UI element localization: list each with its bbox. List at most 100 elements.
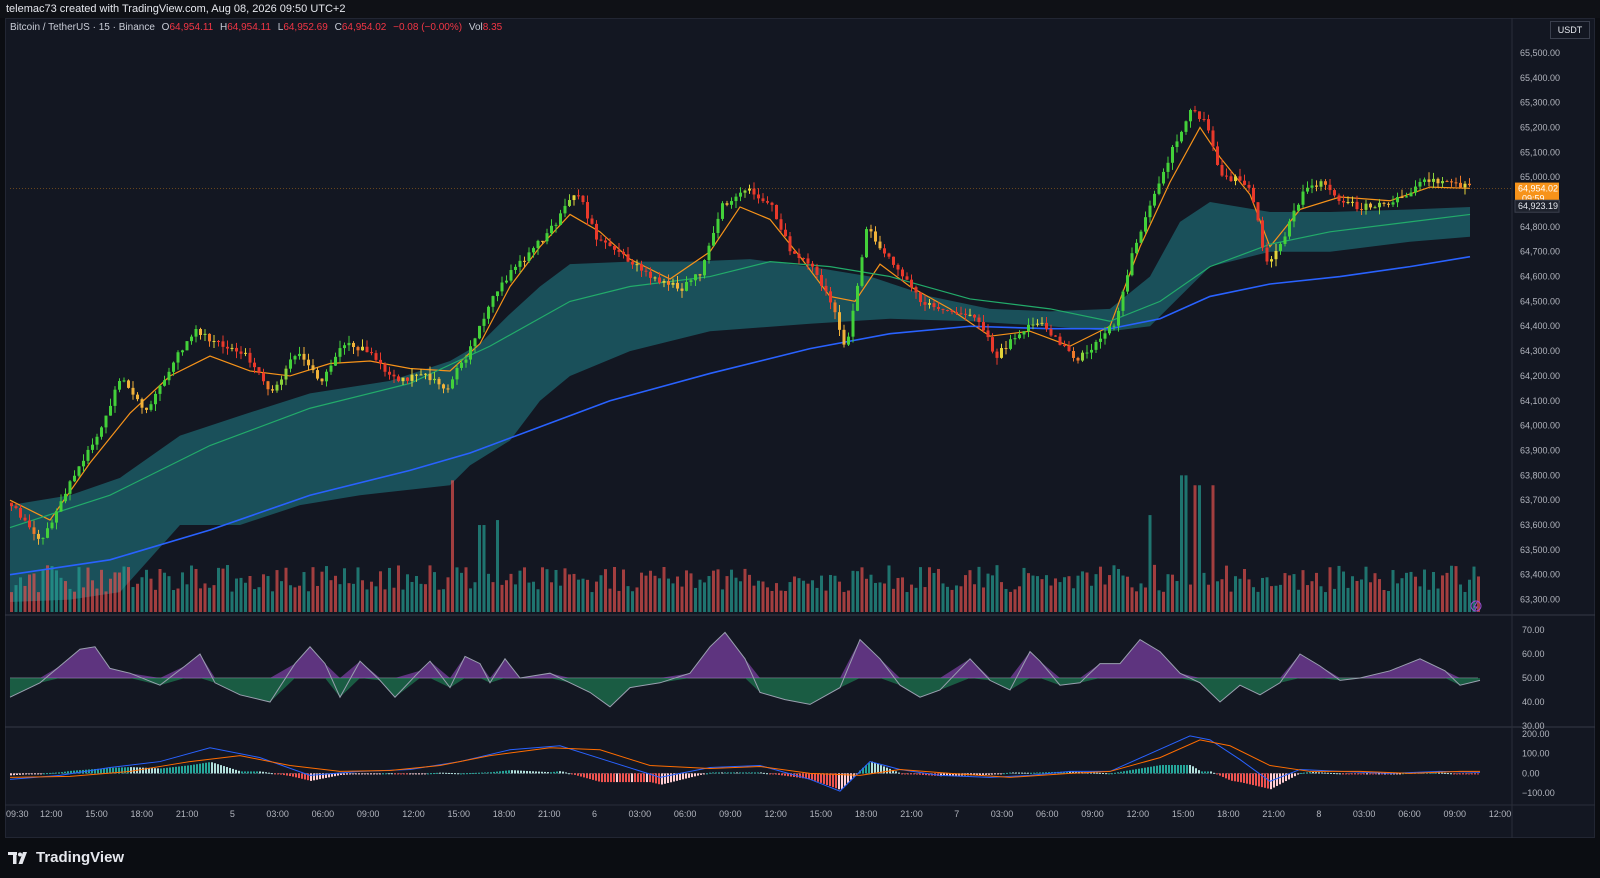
currency-badge[interactable]: USDT xyxy=(1550,21,1590,39)
macd-hist-bar xyxy=(742,772,744,774)
volume-bar xyxy=(689,573,693,612)
candle-body xyxy=(959,313,963,315)
volume-bar xyxy=(662,567,666,612)
volume-bar xyxy=(1072,588,1075,612)
candle-body xyxy=(356,347,360,351)
macd-hist-bar xyxy=(592,773,594,780)
candle-body xyxy=(1135,242,1138,254)
volume-bar xyxy=(1252,587,1255,612)
macd-hist-bar xyxy=(469,773,471,775)
candle-body xyxy=(14,506,18,509)
volume-bar xyxy=(631,591,634,612)
candle-body xyxy=(842,329,846,345)
macd-hist-bar xyxy=(910,773,912,775)
volume-bar xyxy=(1162,591,1165,612)
macd-hist-bar xyxy=(235,769,237,774)
volume-bar xyxy=(248,575,252,612)
macd-hist-bar xyxy=(400,773,402,775)
volume-bar xyxy=(1310,581,1314,612)
macd-hist-bar xyxy=(694,773,696,777)
volume-bar xyxy=(1108,575,1111,612)
macd-hist-bar xyxy=(637,773,639,783)
candle-body xyxy=(1018,334,1021,339)
candle-body xyxy=(568,200,571,206)
macd-hist-bar xyxy=(190,765,192,774)
macd-hist-bar xyxy=(13,773,15,776)
volume-bar xyxy=(1270,586,1273,612)
candle-body xyxy=(761,198,765,202)
macd-hist-bar xyxy=(52,772,54,774)
time-tick-label: 06:00 xyxy=(1398,809,1421,819)
volume-bar xyxy=(172,590,175,612)
macd-hist-bar xyxy=(430,773,432,775)
volume-bar xyxy=(127,567,130,612)
macd-hist-bar xyxy=(817,773,819,782)
macd-hist-bar xyxy=(496,771,498,774)
macd-hist-bar xyxy=(1186,765,1188,774)
candle-body xyxy=(383,363,387,372)
macd-hist-bar xyxy=(139,767,141,774)
macd-hist-bar xyxy=(154,768,156,774)
macd-hist-bar xyxy=(1201,771,1203,774)
macd-hist-bar xyxy=(1351,773,1353,775)
candle-body xyxy=(928,303,931,305)
candle-body xyxy=(307,359,310,366)
volume-bar xyxy=(1373,573,1377,612)
volume-bar xyxy=(64,581,67,612)
macd-hist-bar xyxy=(1021,772,1023,774)
volume-bar xyxy=(1121,575,1125,612)
macd-hist-bar xyxy=(1303,772,1305,774)
volume-bar xyxy=(590,592,594,612)
volume-bar xyxy=(68,588,72,612)
macd-hist-bar xyxy=(1177,765,1179,774)
symbol-legend[interactable]: Bitcoin / TetherUS · 15 · Binance O64,95… xyxy=(10,22,502,33)
candle-body xyxy=(847,336,850,345)
macd-hist-bar xyxy=(340,773,342,775)
macd-hist-bar xyxy=(1333,773,1335,775)
time-tick-label: 03:00 xyxy=(991,809,1014,819)
candle-body xyxy=(1355,201,1359,210)
macd-hist-bar xyxy=(1363,773,1365,775)
candle-body xyxy=(10,502,13,507)
macd-hist-bar xyxy=(343,773,345,775)
macd-hist-bar xyxy=(1153,766,1155,774)
macd-hist-bar xyxy=(1294,773,1296,777)
time-tick-label: 06:00 xyxy=(674,809,697,819)
volume-bar xyxy=(797,578,801,612)
candle-body xyxy=(1112,325,1116,327)
macd-hist-bar xyxy=(64,771,66,774)
candle-body xyxy=(1202,118,1206,120)
macd-hist-bar xyxy=(16,773,18,776)
candle-body xyxy=(1324,181,1327,185)
candle-body xyxy=(1414,186,1417,193)
volume-bar xyxy=(622,569,625,612)
macd-hist-bar xyxy=(1309,772,1311,774)
candle-body xyxy=(743,190,747,193)
candle-body xyxy=(811,263,814,267)
volume-bar xyxy=(361,580,364,612)
volume-bar xyxy=(437,589,441,612)
symbol-name[interactable]: Bitcoin / TetherUS · 15 · Binance xyxy=(10,22,155,33)
macd-hist-bar xyxy=(772,773,774,775)
volume-bar xyxy=(518,570,522,612)
chart-canvas[interactable]: 65,500.00 65,400.00 65,300.00 65,200.00 65,1… xyxy=(0,0,1600,878)
candle-body xyxy=(892,256,895,265)
candle-body xyxy=(766,201,769,203)
macd-hist-bar xyxy=(1306,772,1308,774)
volume-bar xyxy=(104,591,108,612)
volume-bar xyxy=(608,588,612,612)
volume-bar xyxy=(46,565,49,612)
volume-bar xyxy=(136,583,139,612)
candle-body xyxy=(905,276,909,280)
macd-hist-bar xyxy=(739,772,741,774)
macd-hist-bar xyxy=(1117,772,1119,774)
candle-body xyxy=(649,271,652,278)
candle-body xyxy=(392,374,396,377)
candle-body xyxy=(545,233,549,242)
volume-bar xyxy=(455,567,459,612)
candle-body xyxy=(487,306,490,319)
macd-hist-bar xyxy=(208,762,210,774)
macd-hist-bar xyxy=(1033,772,1035,774)
volume-bar xyxy=(167,576,171,612)
macd-hist-bar xyxy=(1318,772,1320,774)
